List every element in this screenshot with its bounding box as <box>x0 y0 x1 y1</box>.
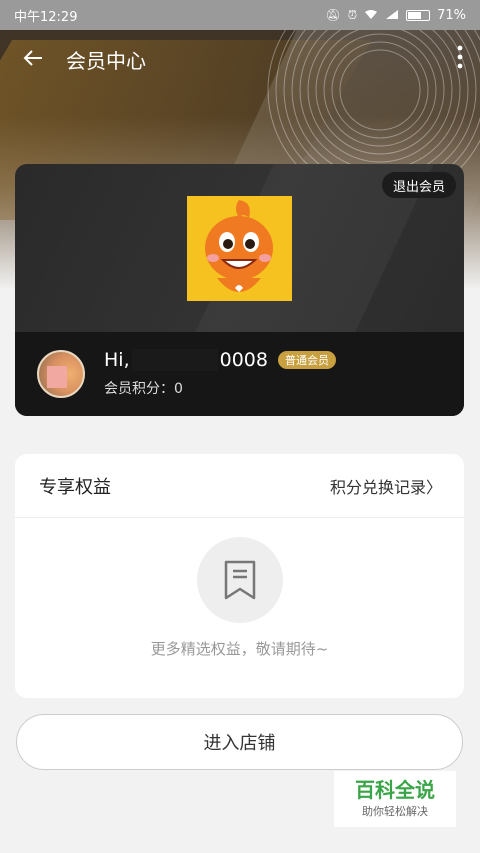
page-title: 会员中心 <box>66 48 146 73</box>
user-greeting: Hi, 0008 普通会员 <box>104 349 336 371</box>
greeting-text: Hi, <box>104 349 130 371</box>
empty-benefits-text: 更多精选权益，敬请期待~ <box>150 640 329 658</box>
mute-icon: 🔕︎ <box>325 8 341 22</box>
benefits-title: 专享权益 <box>39 476 111 498</box>
empty-benefits-icon <box>197 537 283 623</box>
member-level-badge: 普通会员 <box>277 351 336 369</box>
signal-icon <box>385 9 399 22</box>
member-card: 退出会员 Hi, 0008 普通会员 会员积分：0 <box>15 164 464 416</box>
chevron-right-icon: 〉 <box>425 477 442 497</box>
status-bar: 中午12:29 🔕︎ ⏰︎ 71% <box>0 0 480 30</box>
watermark-slogan: 助你轻松解决 <box>362 805 428 818</box>
wifi-icon <box>364 9 378 22</box>
battery-percent: 71% <box>437 7 466 23</box>
battery-icon <box>406 9 431 21</box>
watermark-brand: 百科全说 <box>355 778 435 802</box>
benefits-header: 专享权益 积分兑换记录〉 <box>15 454 464 518</box>
status-time: 中午12:29 <box>14 9 78 25</box>
enter-store-button[interactable]: 进入店铺 <box>16 714 463 770</box>
avatar[interactable] <box>37 350 85 398</box>
benefits-panel: 专享权益 积分兑换记录〉 更多精选权益，敬请期待~ <box>15 454 464 698</box>
more-options-icon[interactable] <box>440 45 480 73</box>
avatar-mosaic <box>47 366 67 388</box>
app-bar: 会员中心 <box>0 30 480 88</box>
redacted-phone-mask <box>131 349 218 371</box>
points-exchange-record-label: 积分兑换记录 <box>329 477 426 497</box>
alarm-icon: ⏰︎ <box>347 8 358 22</box>
points-exchange-record-link[interactable]: 积分兑换记录〉 <box>330 474 442 498</box>
shop-mascot-logo <box>187 196 292 301</box>
watermark-logo: 百科全说 助你轻松解决 <box>334 771 456 827</box>
phone-suffix: 0008 <box>219 349 268 371</box>
status-icons: 🔕︎ ⏰︎ 71% <box>325 8 466 23</box>
card-user-section: Hi, 0008 普通会员 会员积分：0 <box>15 332 464 416</box>
member-points: 会员积分：0 <box>104 381 183 397</box>
back-arrow-icon[interactable] <box>0 44 66 74</box>
logout-member-button[interactable]: 退出会员 <box>381 172 456 198</box>
